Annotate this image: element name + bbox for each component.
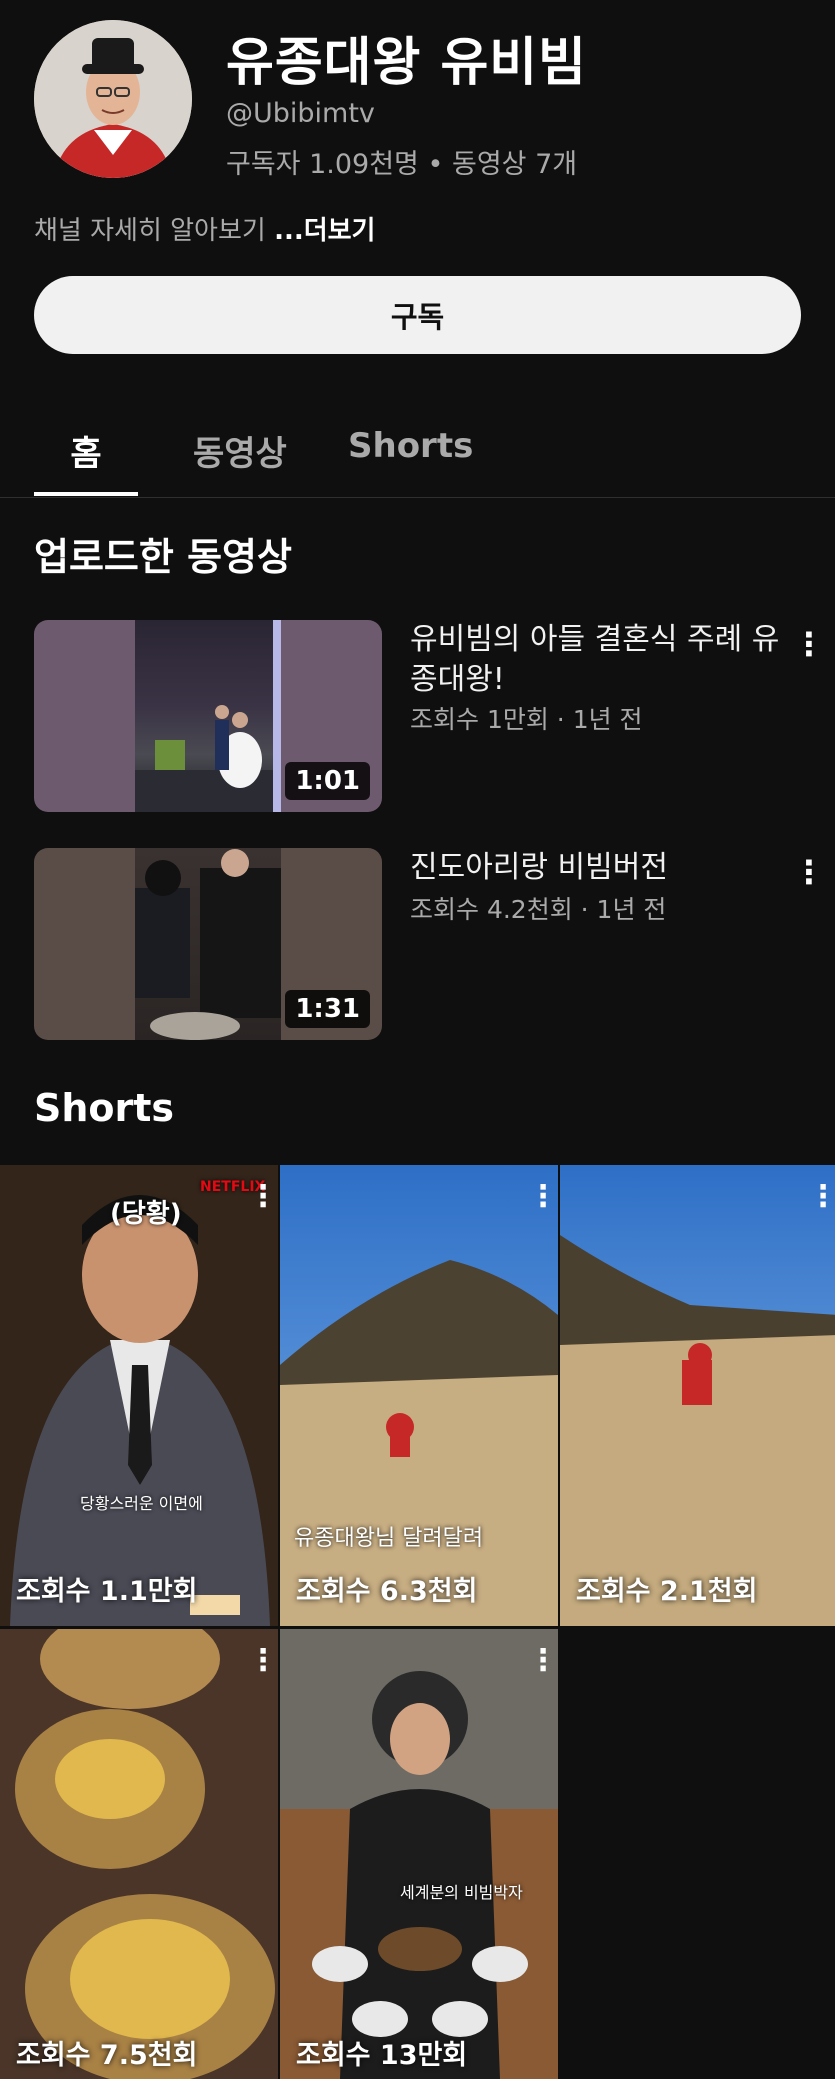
short-item[interactable]: 유종대왕님 달려달려 ⋮ 조회수 6.3천회 bbox=[280, 1165, 558, 1626]
channel-handle: @Ubibimtv bbox=[226, 98, 375, 129]
tab-home[interactable]: 홈 bbox=[34, 426, 138, 498]
video-thumbnail[interactable]: 1:31 bbox=[34, 848, 382, 1040]
short-views: 조회수 2.1천회 bbox=[576, 1576, 758, 1607]
video-item[interactable]: 1:01 유비빔의 아들 결혼식 주례 유종대왕! 조회수 1만회 · 1년 전… bbox=[0, 620, 835, 812]
active-tab-indicator bbox=[34, 492, 138, 496]
short-overlay-text: (당황) bbox=[110, 1199, 182, 1229]
channel-avatar[interactable] bbox=[34, 20, 192, 178]
short-caption: 세계분의 비빔박자 bbox=[400, 1883, 523, 1902]
tab-videos[interactable]: 동영상 bbox=[193, 426, 287, 498]
channel-about[interactable]: 채널 자세히 알아보기 ...더보기 bbox=[34, 210, 375, 247]
shorts-section-title: Shorts bbox=[34, 1086, 175, 1130]
short-item[interactable]: ⋮ 조회수 2.1천회 bbox=[560, 1165, 835, 1626]
about-more-link[interactable]: ...더보기 bbox=[274, 216, 375, 246]
more-vert-icon[interactable]: ⋮ bbox=[248, 1182, 278, 1212]
short-thumbnail bbox=[560, 1165, 835, 1626]
short-caption: 유종대왕님 달려달려 bbox=[294, 1526, 484, 1551]
drum-performance-thumbnail bbox=[135, 848, 281, 1040]
short-views: 조회수 7.5천회 bbox=[16, 2040, 198, 2071]
about-text: 채널 자세히 알아보기 bbox=[34, 216, 275, 246]
video-title[interactable]: 진도아리랑 비빔버전 bbox=[410, 848, 780, 888]
video-item[interactable]: 1:31 진도아리랑 비빔버전 조회수 4.2천회 · 1년 전 ⋮ bbox=[0, 848, 835, 1040]
short-thumbnail bbox=[0, 1165, 278, 1626]
more-vert-icon[interactable]: ⋮ bbox=[528, 1182, 558, 1212]
more-vert-icon[interactable]: ⋮ bbox=[528, 1646, 558, 1676]
channel-stats: 구독자 1.09천명 • 동영상 7개 bbox=[226, 149, 578, 180]
drum-scene-icon bbox=[135, 849, 281, 1040]
shorts-grid: (당황) NETFLIX 당황스러운 이면에 ⋮ 조회수 1.1만회 유종대왕님… bbox=[0, 1165, 835, 2079]
channel-tabs: 홈 동영상 Shorts bbox=[0, 410, 835, 498]
tab-shorts[interactable]: Shorts bbox=[348, 426, 473, 498]
short-item[interactable]: 세계분의 비빔박자 ⋮ 조회수 13만회 bbox=[280, 1629, 558, 2079]
short-views: 조회수 6.3천회 bbox=[296, 1576, 478, 1607]
video-meta: 조회수 1만회 · 1년 전 bbox=[410, 705, 643, 734]
subscribe-button[interactable]: 구독 bbox=[34, 276, 801, 354]
channel-name: 유종대왕 유비빔 bbox=[226, 33, 587, 93]
video-thumbnail[interactable]: 1:01 bbox=[34, 620, 382, 812]
video-duration: 1:01 bbox=[285, 762, 370, 800]
short-views: 조회수 1.1만회 bbox=[16, 1576, 198, 1607]
more-vert-icon[interactable]: ⋮ bbox=[808, 1182, 835, 1212]
short-thumbnail bbox=[0, 1629, 278, 2079]
more-vert-icon[interactable]: ⋮ bbox=[248, 1646, 278, 1676]
more-vert-icon[interactable]: ⋮ bbox=[793, 624, 825, 664]
uploads-section-title: 업로드한 동영상 bbox=[34, 535, 292, 579]
video-meta: 조회수 4.2천회 · 1년 전 bbox=[410, 895, 667, 924]
short-thumbnail bbox=[280, 1629, 558, 2079]
short-views: 조회수 13만회 bbox=[296, 2040, 468, 2071]
short-item[interactable]: ⋮ 조회수 7.5천회 bbox=[0, 1629, 278, 2079]
avatar-portrait-icon bbox=[34, 20, 192, 178]
short-thumbnail bbox=[280, 1165, 558, 1626]
more-vert-icon[interactable]: ⋮ bbox=[793, 852, 825, 892]
short-item[interactable]: (당황) NETFLIX 당황스러운 이면에 ⋮ 조회수 1.1만회 bbox=[0, 1165, 278, 1626]
wedding-stage-thumbnail bbox=[135, 620, 281, 812]
video-title[interactable]: 유비빔의 아들 결혼식 주례 유종대왕! bbox=[410, 620, 780, 700]
video-duration: 1:31 bbox=[285, 990, 370, 1028]
wedding-scene-icon bbox=[135, 620, 281, 812]
channel-header: 유종대왕 유비빔 @Ubibimtv 구독자 1.09천명 • 동영상 7개 채… bbox=[0, 0, 835, 380]
short-caption: 당황스러운 이면에 bbox=[80, 1494, 203, 1513]
